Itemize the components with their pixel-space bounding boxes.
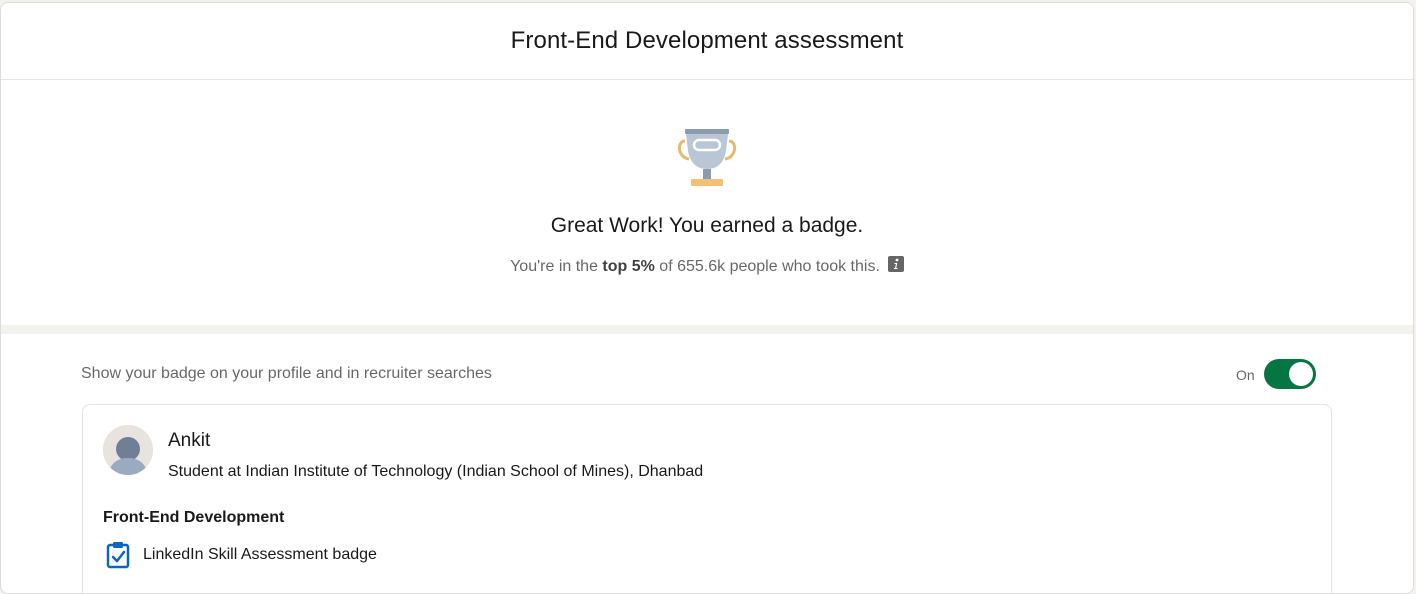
skill-name: Front-End Development — [103, 509, 285, 526]
assessment-result-modal: Front-End Development assessment Great W… — [0, 2, 1414, 594]
badge-label: LinkedIn Skill Assessment badge — [143, 546, 377, 563]
default-avatar-icon — [103, 425, 153, 475]
skill-badge-row: LinkedIn Skill Assessment badge — [105, 541, 377, 569]
profile-preview-card: Ankit Student at Indian Institute of Tec… — [82, 404, 1332, 593]
user-name: Ankit — [168, 430, 211, 451]
trophy-icon — [678, 129, 736, 186]
info-icon[interactable] — [887, 256, 904, 272]
avatar — [103, 425, 153, 475]
percentile-value: top 5% — [602, 258, 655, 275]
user-headline: Student at Indian Institute of Technolog… — [168, 463, 704, 480]
badge-visibility-section: Show your badge on your profile and in r… — [1, 334, 1413, 593]
badge-visibility-toggle[interactable] — [1264, 359, 1316, 389]
modal-header: Front-End Development assessment — [1, 3, 1413, 80]
percentile-suffix: of 655.6k people who took this. — [654, 258, 880, 275]
badge-visibility-label: Show your badge on your profile and in r… — [81, 365, 492, 382]
page-title: Front-End Development assessment — [510, 27, 904, 54]
toggle-knob — [1289, 362, 1313, 386]
success-headline: Great Work! You earned a badge. — [550, 214, 864, 237]
toggle-state-label: On — [1236, 367, 1255, 383]
clipboard-check-icon — [106, 542, 130, 569]
section-divider — [1, 325, 1413, 334]
percentile-prefix: You're in the — [510, 258, 603, 275]
result-section: Great Work! You earned a badge. You're i… — [1, 80, 1413, 325]
percentile-text: You're in the top 5% of 655.6k people wh… — [1, 256, 1413, 276]
